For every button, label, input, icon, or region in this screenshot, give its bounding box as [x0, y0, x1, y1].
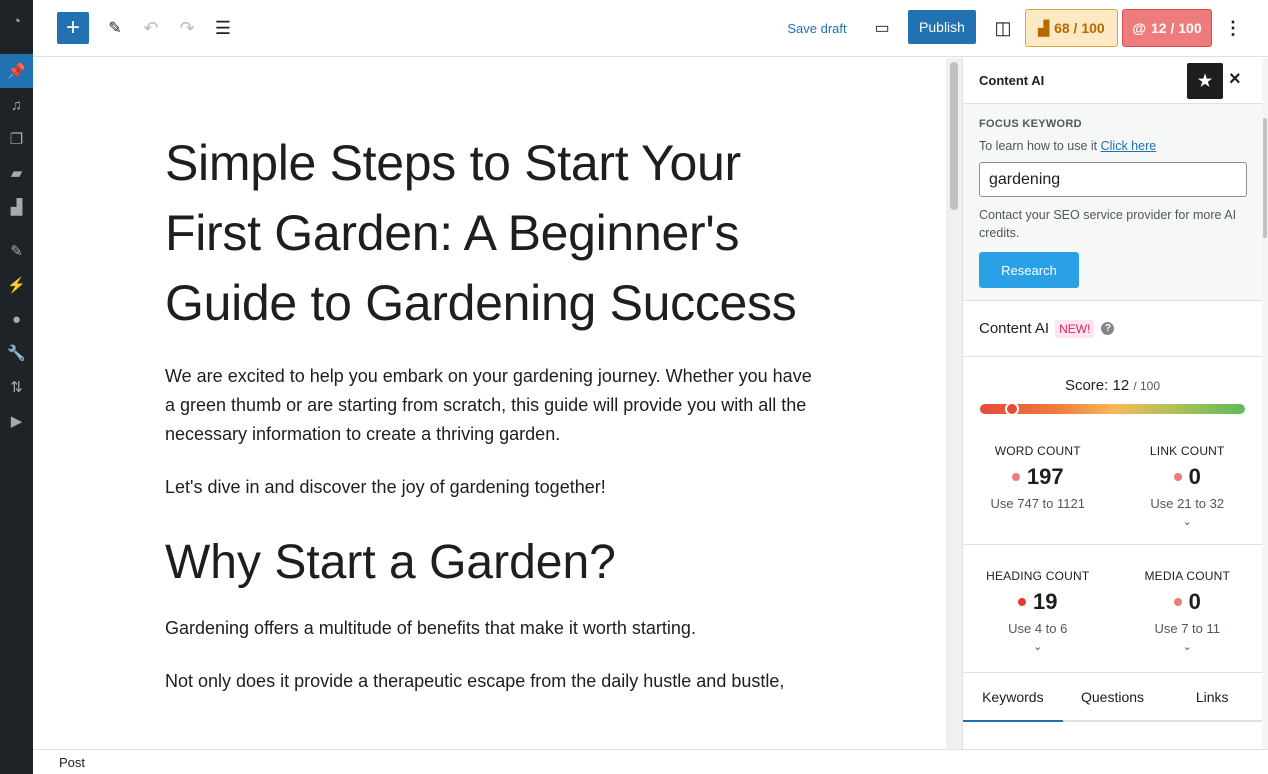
paragraph[interactable]: Gardening offers a multitude of benefits…	[165, 614, 825, 643]
click-here-link[interactable]: Click here	[1101, 139, 1157, 153]
focus-keyword-label: FOCUS KEYWORD	[979, 118, 1082, 130]
tab-questions[interactable]: Questions	[1063, 673, 1163, 720]
research-button[interactable]: Research	[979, 252, 1079, 288]
undo-icon[interactable]: ↶	[137, 12, 165, 44]
more-options-icon[interactable]: ⋮	[1221, 12, 1245, 44]
breadcrumb-post[interactable]: Post	[59, 755, 85, 770]
stat-word-count: WORD COUNT 197 Use 747 to 1121	[963, 444, 1113, 544]
stat-label: HEADING COUNT	[986, 569, 1090, 583]
help-text: To learn how to use it	[979, 139, 1098, 153]
new-badge: NEW!	[1055, 319, 1095, 338]
appearance-icon[interactable]: ✎	[0, 234, 33, 268]
post-title[interactable]: Simple Steps to Start Your First Garden:…	[165, 128, 825, 338]
settings-icon[interactable]: ⇅	[0, 370, 33, 404]
help-icon[interactable]: ?	[1101, 322, 1115, 335]
paragraph[interactable]: Let's dive in and discover the joy of ga…	[165, 473, 825, 502]
focus-keyword-input[interactable]	[979, 162, 1247, 197]
panel-scrollbar[interactable]	[1262, 58, 1268, 749]
list-view-icon[interactable]: ☰	[209, 12, 237, 44]
stat-value: 197	[1026, 464, 1064, 489]
chevron-down-icon[interactable]: ⌄	[1113, 640, 1263, 653]
score-bar	[980, 402, 1245, 416]
close-icon[interactable]: ×	[1229, 68, 1241, 91]
heading[interactable]: Why Start a Garden?	[165, 532, 825, 594]
editor-canvas[interactable]: Simple Steps to Start Your First Garden:…	[33, 58, 946, 749]
seo-score: 68 / 100	[1054, 20, 1105, 36]
users-icon[interactable]: ●	[0, 302, 33, 336]
stat-label: MEDIA COUNT	[1144, 569, 1231, 583]
score-label: Score:	[1064, 377, 1109, 394]
stat-link-count: LINK COUNT 0 Use 21 to 32 ⌄	[1113, 444, 1263, 544]
stat-label: WORD COUNT	[994, 444, 1081, 458]
tab-keywords[interactable]: Keywords	[963, 673, 1063, 722]
stat-heading-count: HEADING COUNT 19 Use 4 to 6 ⌄	[963, 544, 1113, 672]
paragraph[interactable]: We are excited to help you embark on you…	[165, 362, 825, 449]
paragraph[interactable]: Not only does it provide a therapeutic e…	[165, 667, 825, 696]
save-draft-button[interactable]: Save draft	[777, 12, 857, 44]
content-ai-icon: @	[1132, 20, 1147, 36]
stat-media-count: MEDIA COUNT 0 Use 7 to 11 ⌄	[1112, 544, 1263, 672]
status-dot	[1018, 598, 1026, 606]
stat-value: 0	[1188, 464, 1201, 489]
editor-scrollbar[interactable]	[946, 58, 962, 749]
publish-button[interactable]: Publish	[908, 10, 976, 44]
score-value: 12	[1112, 377, 1130, 394]
content-ai-panel: Content AI ★ × FOCUS KEYWORD To learn ho…	[962, 58, 1262, 749]
tab-links[interactable]: Links	[1162, 673, 1262, 720]
rankmath-icon[interactable]: ▟	[0, 190, 33, 224]
stat-hint: Use 7 to 11	[1154, 621, 1221, 636]
status-dot	[1173, 598, 1182, 606]
breadcrumb: Post	[33, 749, 1268, 774]
chevron-down-icon[interactable]: ⌄	[1113, 515, 1263, 528]
status-dot	[1173, 473, 1182, 481]
stat-value: 0	[1188, 589, 1201, 614]
section-title: Content AI	[979, 320, 1050, 337]
score-max: / 100	[1133, 379, 1161, 393]
media-icon[interactable]: ♫	[0, 88, 33, 122]
redo-icon[interactable]: ↷	[173, 12, 201, 44]
editor-toolbar: + ✎ ↶ ↷ ☰ Save draft ▭ Publish ◫ ▟ 68 / 1…	[33, 0, 1268, 57]
pages-icon[interactable]: ❐	[0, 122, 33, 156]
stat-hint: Use 21 to 32	[1150, 496, 1225, 511]
comments-icon[interactable]: ▰	[0, 156, 33, 190]
stat-label: LINK COUNT	[1149, 444, 1225, 458]
panel-title: Content AI	[979, 73, 1045, 88]
preview-icon[interactable]: ▭	[867, 12, 897, 44]
credits-note: Contact your SEO service provider for mo…	[979, 208, 1237, 240]
stat-hint: Use 4 to 6	[1008, 621, 1068, 636]
dashboard-icon[interactable]: ◔	[0, 4, 33, 38]
status-dot	[1011, 473, 1020, 481]
plugins-icon[interactable]: ⚡	[0, 268, 33, 302]
content-ai-score: 12 / 100	[1151, 20, 1202, 36]
stat-hint: Use 747 to 1121	[990, 496, 1085, 511]
pin-icon[interactable]: 📌	[0, 54, 33, 88]
star-icon[interactable]: ★	[1187, 63, 1223, 99]
seo-score-button[interactable]: ▟ 68 / 100	[1025, 9, 1118, 47]
stat-value: 19	[1033, 589, 1058, 614]
pencil-icon[interactable]: ✎	[101, 12, 129, 44]
settings-panel-icon[interactable]: ◫	[988, 12, 1018, 44]
rankmath-icon: ▟	[1038, 19, 1050, 36]
content-ai-score-button[interactable]: @12 / 100	[1122, 9, 1212, 47]
admin-sidebar: ◔ 📌 ♫ ❐ ▰ ▟ ✎ ⚡ ● 🔧 ⇅ ▶	[0, 0, 33, 774]
tools-icon[interactable]: 🔧	[0, 336, 33, 370]
add-block-button[interactable]: +	[57, 12, 89, 44]
play-icon[interactable]: ▶	[0, 404, 33, 438]
score-marker	[1004, 402, 1019, 416]
chevron-down-icon[interactable]: ⌄	[963, 640, 1113, 653]
